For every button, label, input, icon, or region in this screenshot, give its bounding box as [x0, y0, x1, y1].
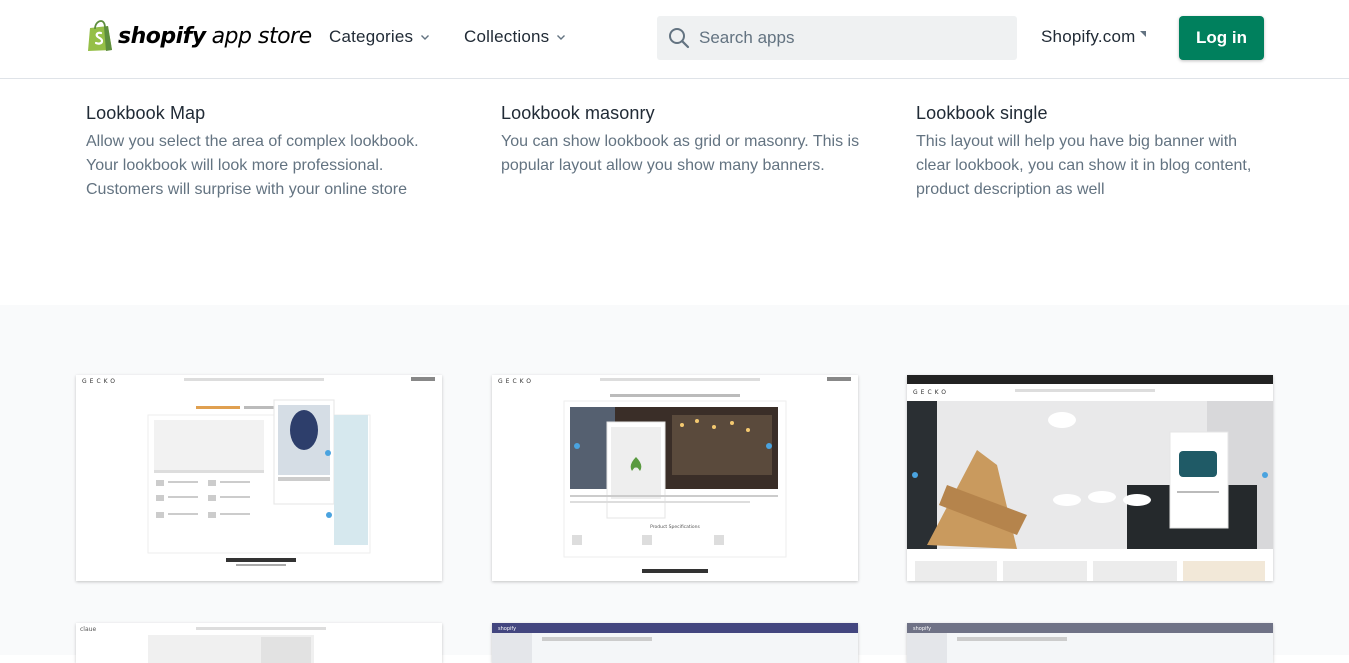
feature-description: You can show lookbook as grid or masonry…	[501, 133, 860, 174]
login-button[interactable]: Log in	[1179, 16, 1264, 60]
chevron-down-icon	[421, 35, 430, 40]
feature-description: Allow you select the area of complex loo…	[86, 133, 419, 198]
screenshot-image: GECKO Product Specifications	[492, 375, 858, 581]
screenshot-image: shopify	[492, 623, 858, 663]
screenshot-lookbook-map[interactable]: GECKO	[76, 375, 442, 581]
screenshot-claue-theme[interactable]: claue	[76, 623, 442, 663]
screenshot-lookbook-single[interactable]: GECKO	[907, 375, 1273, 581]
nav-collections[interactable]: Collections	[464, 27, 566, 47]
feature-lookbook-map: Lookbook Map Allow you select the area o…	[86, 103, 446, 202]
nav-categories-label: Categories	[329, 27, 414, 46]
external-link-icon	[1140, 31, 1147, 37]
screenshot-brand: GECKO	[498, 378, 534, 385]
feature-lookbook-single: Lookbook single This layout will help yo…	[916, 103, 1276, 202]
shopify-app-store-logo[interactable]: shopify app store	[86, 19, 312, 53]
screenshot-brand: claue	[80, 626, 96, 633]
search-bar	[657, 16, 1017, 60]
nav-categories[interactable]: Categories	[329, 27, 430, 47]
shopify-bag-icon	[88, 20, 112, 51]
screenshot-gallery: GECKO GECKO Product Specifications GECKO…	[0, 305, 1349, 663]
search-icon[interactable]	[668, 27, 690, 49]
search-input[interactable]	[699, 28, 999, 48]
screenshot-brand: shopify	[498, 626, 516, 632]
screenshot-image: GECKO	[907, 375, 1273, 581]
screenshot-admin-panel[interactable]: shopify	[492, 623, 858, 663]
feature-title: Lookbook Map	[86, 103, 206, 123]
screenshot-image: claue	[76, 623, 442, 663]
product-specifications-heading: Product Specifications	[650, 524, 700, 530]
screenshot-brand: shopify	[913, 626, 931, 632]
shopify-com-label: Shopify.com	[1041, 27, 1136, 46]
logo-subtitle: app store	[211, 23, 313, 49]
screenshot-brand: GECKO	[913, 389, 949, 396]
feature-title: Lookbook single	[916, 103, 1048, 123]
screenshot-image: shopify	[907, 623, 1273, 663]
feature-title: Lookbook masonry	[501, 103, 655, 123]
nav-collections-label: Collections	[464, 27, 550, 46]
screenshot-lookbook-masonry[interactable]: GECKO Product Specifications	[492, 375, 858, 581]
feature-lookbook-masonry: Lookbook masonry You can show lookbook a…	[501, 103, 861, 178]
shopify-com-link[interactable]: Shopify.com	[1041, 27, 1147, 47]
screenshot-admin-panel-2[interactable]: shopify	[907, 623, 1273, 663]
logo-wordmark: shopify	[118, 23, 206, 49]
screenshot-brand: GECKO	[82, 378, 118, 385]
app-store-header: shopify app store Categories Collections…	[0, 0, 1349, 79]
screenshot-image: GECKO	[76, 375, 442, 581]
chevron-down-icon	[557, 35, 566, 40]
feature-description: This layout will help you have big banne…	[916, 133, 1252, 198]
